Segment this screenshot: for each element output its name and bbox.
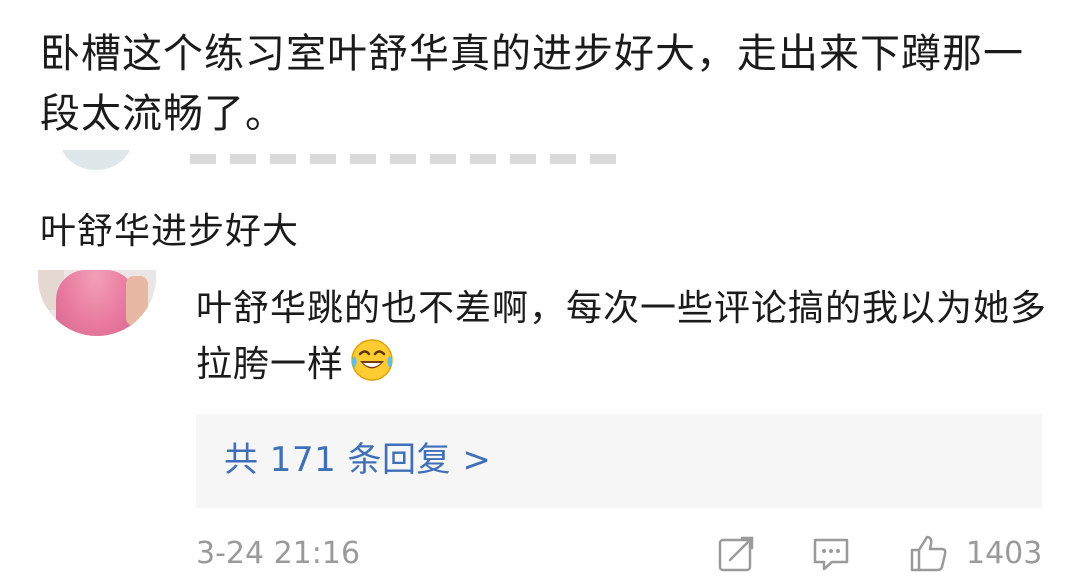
avatar[interactable] xyxy=(38,270,156,336)
laughing-tears-icon xyxy=(348,336,396,384)
comment-text: 卧槽这个练习室叶舒华真的进步好大，走出来下蹲那一段太流畅了。 xyxy=(40,31,1024,137)
like-count: 1403 xyxy=(966,536,1043,571)
view-replies-link[interactable]: 共 171 条回复 > xyxy=(224,440,491,480)
quoted-comment-text: 叶舒华进步好大 xyxy=(40,211,300,252)
avatar-figure xyxy=(56,270,136,336)
reply-comment: 叶舒华跳的也不差啊，每次一些评论搞的我以为她多拉胯一样 xyxy=(196,282,1056,392)
comment-meta-bar: 3-24 21:16 1403 xyxy=(196,532,1046,578)
avatar-partial[interactable] xyxy=(60,150,132,170)
timestamp: 3-24 21:16 xyxy=(196,536,361,571)
like-icon[interactable] xyxy=(908,532,950,574)
meta-text-partial xyxy=(190,154,620,164)
avatar-arm xyxy=(126,276,148,326)
reply-text: 叶舒华跳的也不差啊，每次一些评论搞的我以为她多拉胯一样 xyxy=(196,288,1048,385)
share-icon[interactable] xyxy=(716,532,758,574)
partial-comment-meta xyxy=(60,150,620,172)
replies-box[interactable]: 共 171 条回复 > xyxy=(196,414,1042,508)
comment-icon[interactable] xyxy=(810,532,852,574)
